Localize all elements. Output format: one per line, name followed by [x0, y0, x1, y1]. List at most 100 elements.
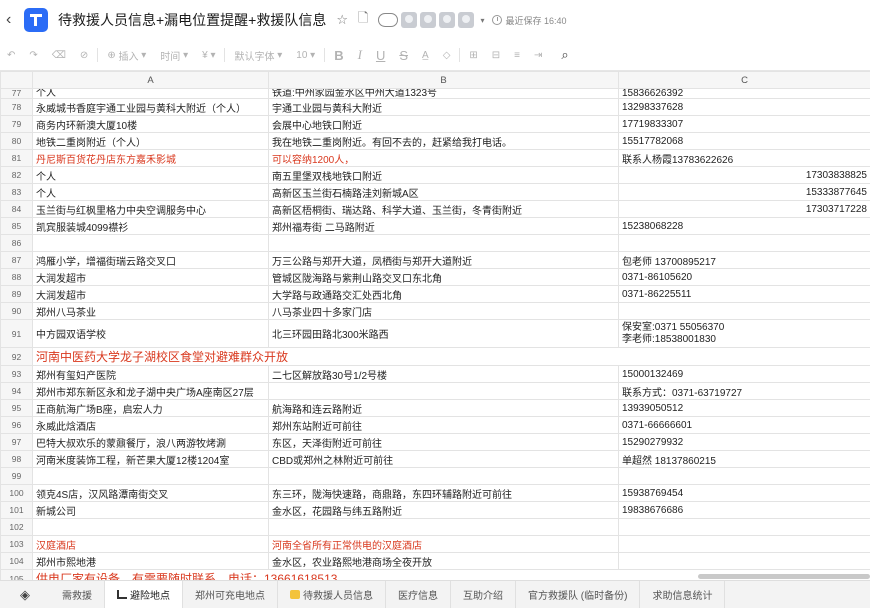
cell-b[interactable]: 南五里堡双栈地铁口附近: [268, 166, 619, 184]
cell-c[interactable]: [618, 552, 870, 570]
clear-format-icon[interactable]: ⊘: [80, 44, 88, 66]
cell-c[interactable]: 15836626392: [618, 88, 870, 99]
column-header-c[interactable]: C: [618, 71, 870, 89]
format-painter-icon[interactable]: ⌫: [52, 44, 66, 66]
cell-b[interactable]: 北三环园田路北300米路西: [268, 319, 619, 348]
row-number[interactable]: 78: [0, 98, 33, 116]
row-number[interactable]: 91: [0, 319, 33, 348]
align-icon[interactable]: ≡: [514, 44, 520, 66]
cell-c[interactable]: 13298337628: [618, 98, 870, 116]
number-format-menu[interactable]: ¥ ▾: [202, 44, 215, 66]
row-number[interactable]: 101: [0, 501, 33, 519]
column-header-b[interactable]: B: [268, 71, 619, 89]
column-header-a[interactable]: A: [32, 71, 269, 89]
merge-cells-icon[interactable]: ⊟: [492, 44, 500, 66]
sheet-list-icon[interactable]: ◈: [0, 587, 50, 603]
cell-b[interactable]: 郑州福寿街 二马路附近: [268, 217, 619, 235]
cell-b[interactable]: 大学路与政通路交汇处西北角: [268, 285, 619, 303]
sheet-tab[interactable]: 需救援: [50, 580, 105, 608]
cell-a[interactable]: 郑州八马茶业: [32, 302, 269, 320]
cell-c[interactable]: 15290279932: [618, 433, 870, 451]
cell-a[interactable]: [32, 467, 269, 485]
cell-c[interactable]: 15333877645: [618, 183, 870, 201]
cell-a[interactable]: 郑州有玺妇产医院: [32, 365, 269, 383]
sheet-tab[interactable]: 求助信息统计: [640, 580, 726, 608]
insert-menu[interactable]: ⊕ 插入 ▾: [107, 44, 146, 66]
cell-b[interactable]: CBD或郑州之林附近可前往: [268, 450, 619, 468]
row-number[interactable]: 105: [0, 569, 33, 580]
cell-b[interactable]: 金水区，花园路与纬五路附近: [268, 501, 619, 519]
cell-c[interactable]: 17303717228: [618, 200, 870, 218]
row-number[interactable]: 93: [0, 365, 33, 383]
row-number[interactable]: 99: [0, 467, 33, 485]
cell-a[interactable]: 凯宾服装城4099襟衫: [32, 217, 269, 235]
avatar[interactable]: [420, 12, 437, 28]
cell-c[interactable]: 包老师 13700895217: [618, 251, 870, 269]
font-size-select[interactable]: 10 ▾: [296, 44, 315, 66]
cell-b[interactable]: 我在地铁二重岗附近。有回不去的，赶紧给我打电话。: [268, 132, 619, 150]
row-number[interactable]: 87: [0, 251, 33, 269]
row-number[interactable]: 85: [0, 217, 33, 235]
fill-color-icon[interactable]: ◇: [443, 44, 451, 66]
cell-c[interactable]: 联系人杨霞13783622626: [618, 149, 870, 167]
sheet-tab[interactable]: 避险地点: [105, 580, 183, 608]
cell-a[interactable]: 汉庭酒店: [32, 535, 269, 553]
cell-b[interactable]: 二七区解放路30号1/2号楼: [268, 365, 619, 383]
row-number[interactable]: 96: [0, 416, 33, 434]
cell-c[interactable]: 15000132469: [618, 365, 870, 383]
cell-c[interactable]: [618, 518, 870, 536]
time-menu[interactable]: 时间 ▾: [160, 44, 188, 66]
cell-c[interactable]: [618, 535, 870, 553]
row-number[interactable]: 80: [0, 132, 33, 150]
search-icon[interactable]: ⌕: [561, 44, 568, 66]
cell-a[interactable]: 领克4S店，汉风路潭南街交叉: [32, 484, 269, 502]
avatar[interactable]: [378, 13, 399, 27]
cell-a[interactable]: 永威城书香庭宇通工业园与黄科大附近（个人）: [32, 98, 269, 116]
border-icon[interactable]: ⊞: [469, 44, 477, 66]
underline-button[interactable]: U: [376, 44, 385, 66]
collaborator-avatars[interactable]: ▾: [378, 12, 484, 28]
row-number[interactable]: 89: [0, 285, 33, 303]
cell-b[interactable]: 航海路和连云路附近: [268, 399, 619, 417]
sheet-tab[interactable]: 待救援人员信息: [278, 580, 386, 608]
cell-b[interactable]: 高新区玉兰街石楠路洼刘新城A区: [268, 183, 619, 201]
row-number[interactable]: 79: [0, 115, 33, 133]
cell-a[interactable]: 鸿雁小学，增福街瑞云路交叉口: [32, 251, 269, 269]
cell-b[interactable]: 金水区，农业路熙地港商场全夜开放: [268, 552, 619, 570]
cell-c[interactable]: 13939050512: [618, 399, 870, 417]
cell-c[interactable]: 19838676686: [618, 501, 870, 519]
star-icon[interactable]: ☆: [336, 12, 348, 28]
chevron-down-icon[interactable]: ▾: [480, 16, 484, 25]
cell-b[interactable]: 会展中心地铁口附近: [268, 115, 619, 133]
cell-c[interactable]: 单超然 18137860215: [618, 450, 870, 468]
cell-a[interactable]: 商务内环新澳大厦10楼: [32, 115, 269, 133]
cell-b[interactable]: 万三公路与郑开大道，凤栖街与郑开大道附近: [268, 251, 619, 269]
row-number[interactable]: 95: [0, 399, 33, 417]
cell-a[interactable]: 丹尼斯百货花丹店东方嘉禾影城: [32, 149, 269, 167]
font-family-select[interactable]: 默认字体 ▾: [234, 44, 282, 66]
row-number[interactable]: 82: [0, 166, 33, 184]
cell-a[interactable]: 大润发超市: [32, 285, 269, 303]
cell-c[interactable]: 联系方式：0371-63719727: [618, 382, 870, 400]
row-number[interactable]: 94: [0, 382, 33, 400]
cell-a[interactable]: 大润发超市: [32, 268, 269, 286]
cell-b[interactable]: 可以容纳1200人，: [268, 149, 619, 167]
row-number[interactable]: 102: [0, 518, 33, 536]
cell-b[interactable]: 东三环，陇海快速路，商鼎路，东四环辅路附近可前往: [268, 484, 619, 502]
cell-c[interactable]: 17719833307: [618, 115, 870, 133]
cell-a[interactable]: 郑州市熙地港: [32, 552, 269, 570]
bold-button[interactable]: B: [334, 44, 343, 66]
row-number[interactable]: 103: [0, 535, 33, 553]
document-title[interactable]: 待救援人员信息+漏电位置提醒+救援队信息: [58, 10, 326, 30]
cell-c[interactable]: [618, 234, 870, 252]
horizontal-scrollbar[interactable]: [698, 574, 870, 579]
row-number[interactable]: 90: [0, 302, 33, 320]
row-number[interactable]: 100: [0, 484, 33, 502]
text-color-icon[interactable]: A̲: [422, 44, 429, 66]
cell-b[interactable]: 郑州东站附近可前往: [268, 416, 619, 434]
cell-c[interactable]: [618, 302, 870, 320]
cell-b[interactable]: [268, 518, 619, 536]
avatar[interactable]: [439, 12, 456, 28]
cell-a[interactable]: 地铁二重岗附近（个人）: [32, 132, 269, 150]
undo-icon[interactable]: ↶: [7, 44, 15, 66]
